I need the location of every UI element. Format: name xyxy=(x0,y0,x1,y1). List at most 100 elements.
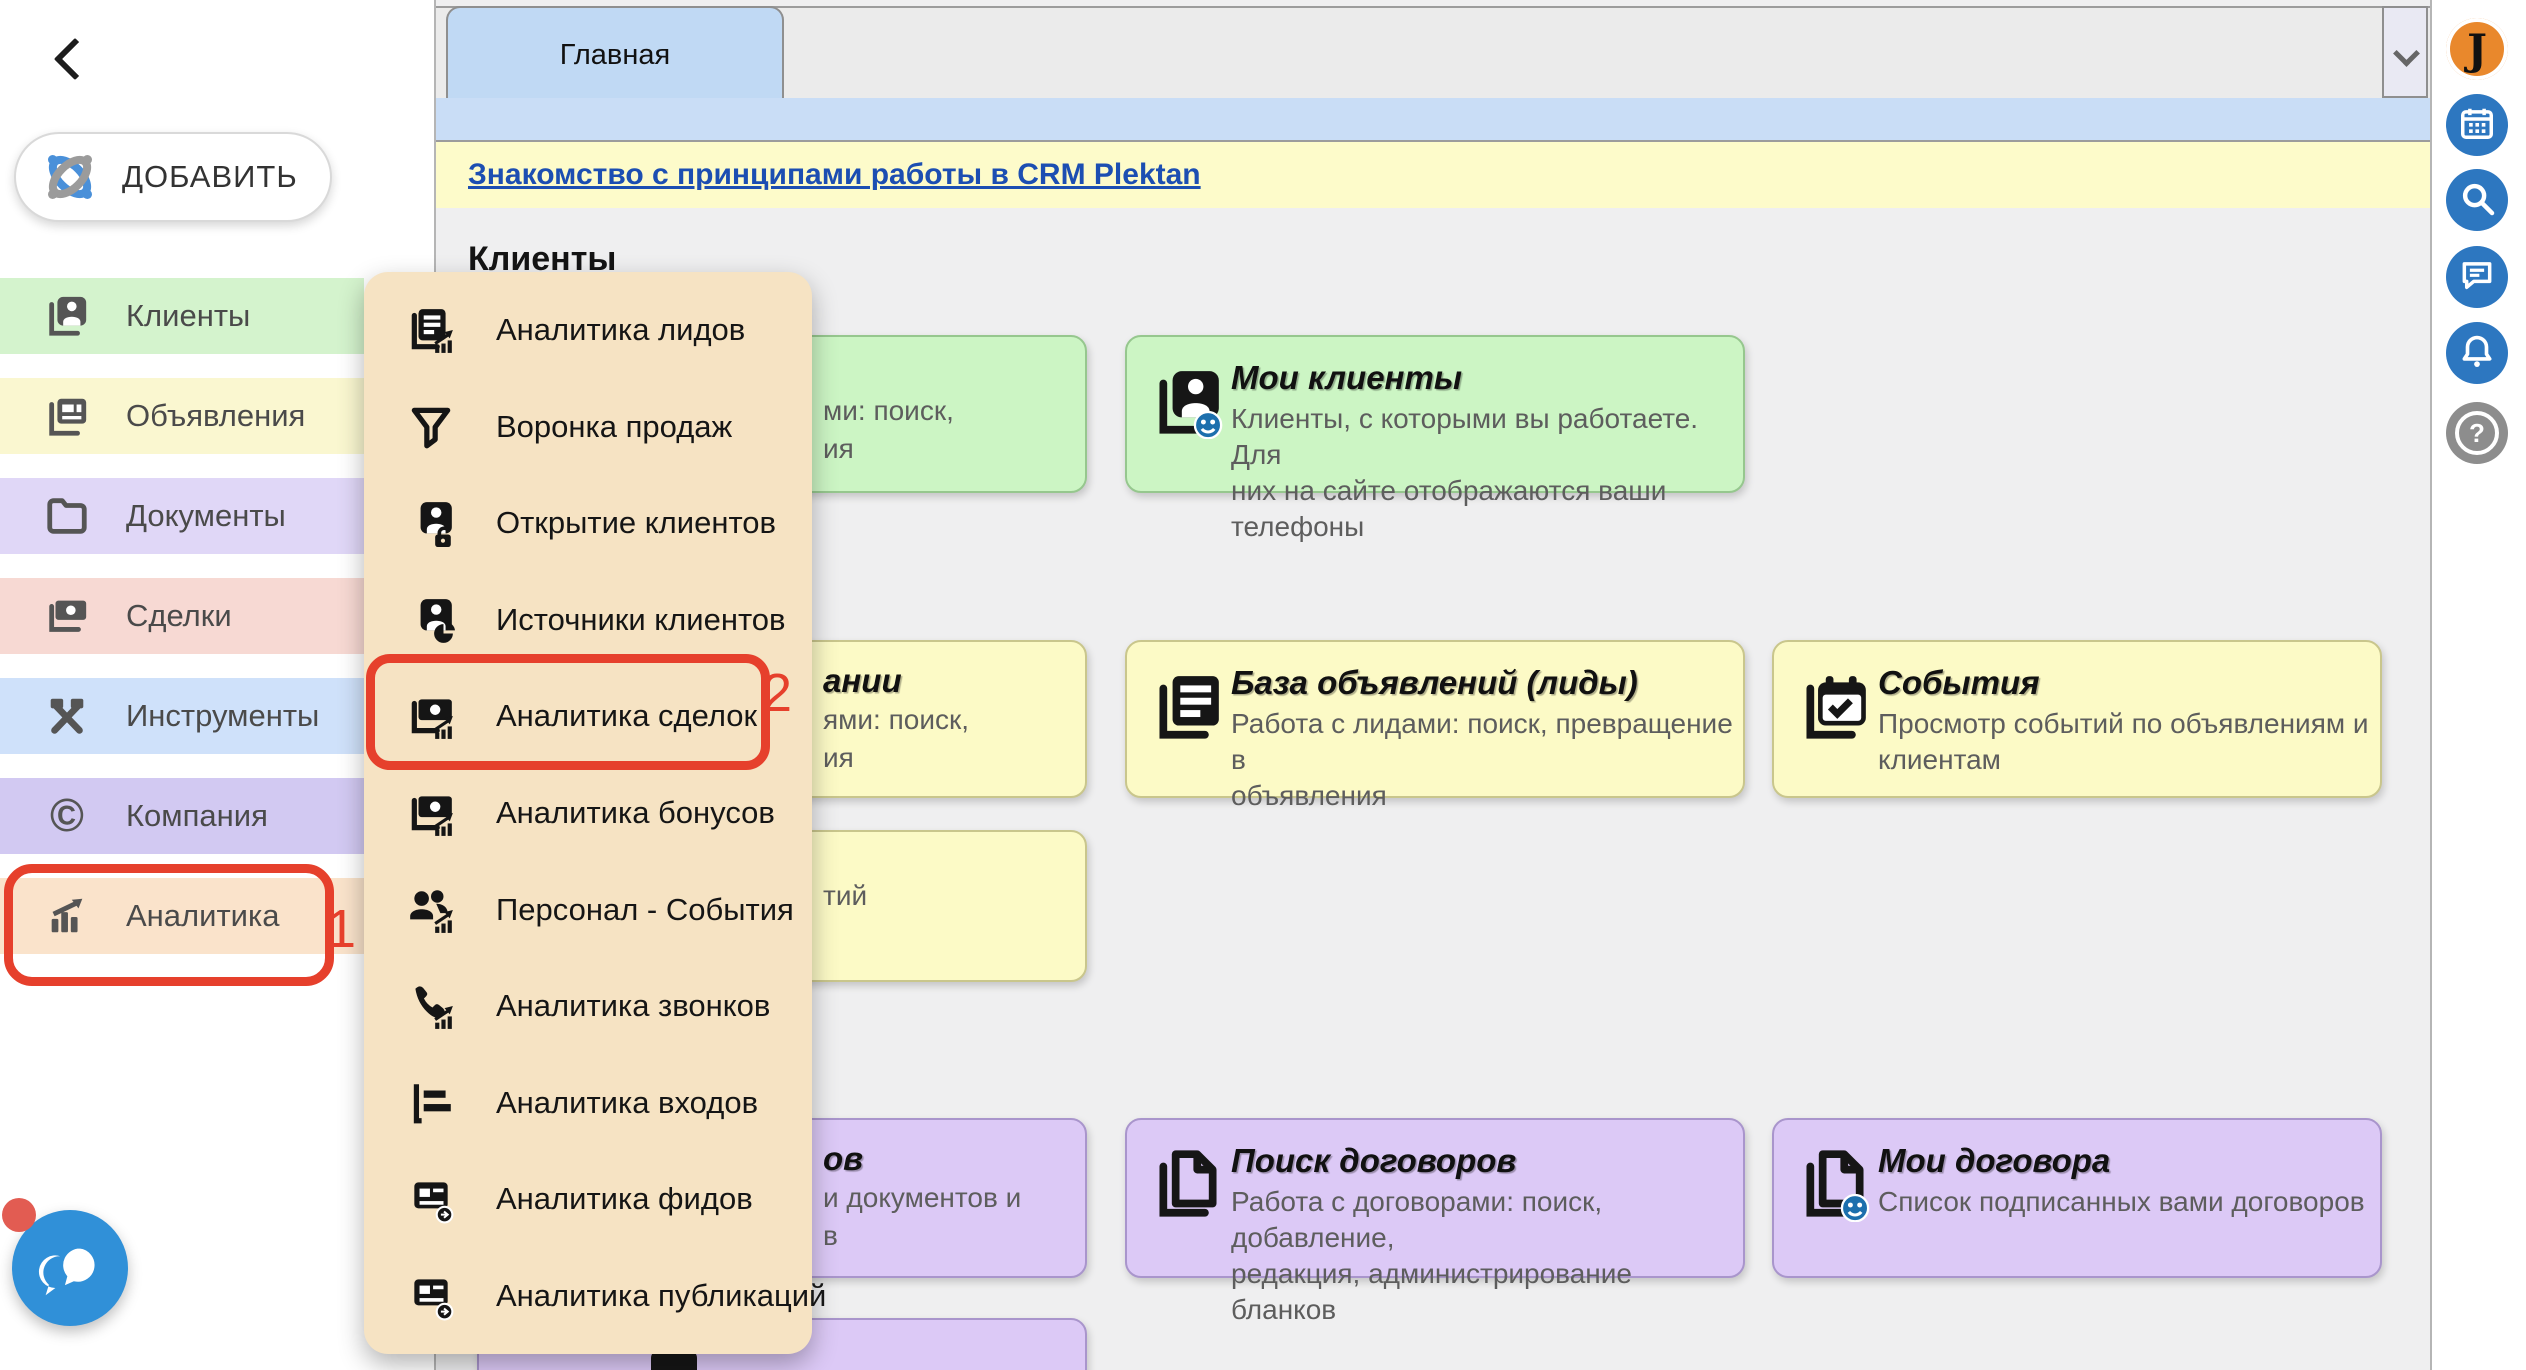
card-desc-fragment: ями: поиск, xyxy=(823,704,970,735)
money-chart-icon xyxy=(406,788,456,838)
card-leads-base[interactable]: База объявлений (лиды) Работа с лидами: … xyxy=(1125,640,1745,811)
crm-plektan-app: ДОБАВИТЬ Клиенты Объявления Документы Сд… xyxy=(0,0,2526,1370)
chat-message-icon[interactable] xyxy=(2446,246,2508,308)
menu-item-staff-events[interactable]: Персонал - События xyxy=(364,861,812,958)
search-icon[interactable] xyxy=(2446,169,2508,231)
sidebar-item-label: Инструменты xyxy=(126,698,320,733)
phone-chart-icon xyxy=(406,981,456,1031)
card-events[interactable]: События Просмотр событий по объявлениям … xyxy=(1772,640,2382,798)
funnel-icon xyxy=(406,402,456,452)
tab-home[interactable]: Главная xyxy=(446,6,784,102)
plektan-logo-icon xyxy=(38,145,102,209)
menu-item-sales-funnel[interactable]: Воронка продаж xyxy=(364,379,812,476)
tools-icon xyxy=(44,693,90,739)
card-description: Работа с лидами: поиск, превращение в об… xyxy=(1231,708,1733,811)
banknote-icon xyxy=(44,593,90,639)
card-description: Работа с договорами: поиск, добавление, … xyxy=(1231,1186,1632,1325)
menu-item-label: Аналитика звонков xyxy=(496,988,771,1024)
sidebar-item-label: Объявления xyxy=(126,398,306,433)
chat-unread-dot xyxy=(2,1198,36,1232)
add-button[interactable]: ДОБАВИТЬ xyxy=(14,132,332,222)
card-my-contracts[interactable]: Мои договора Список подписанных вами дог… xyxy=(1772,1118,2382,1278)
sidebar-item-ads[interactable]: Объявления xyxy=(0,378,364,454)
card-description: Список подписанных вами договоров xyxy=(1878,1186,2365,1217)
analytics-dropdown-menu: Аналитика лидов Воронка продаж Открытие … xyxy=(364,272,826,1354)
step-number-1: 1 xyxy=(326,899,357,959)
doc-pages-icon xyxy=(1151,1148,1225,1222)
sidebar-item-documents[interactable]: Документы xyxy=(0,478,364,554)
intro-link[interactable]: Знакомство с принципами работы в CRM Ple… xyxy=(468,158,1201,192)
bell-icon[interactable] xyxy=(2446,322,2508,384)
money-chart-icon xyxy=(406,691,456,741)
card-desc-fragment: и документов и xyxy=(823,1182,1022,1213)
menu-item-feeds-analytics[interactable]: Аналитика фидов xyxy=(364,1151,812,1248)
menu-item-label: Аналитика бонусов xyxy=(496,795,775,830)
card-description: Просмотр событий по объявлениям и клиент… xyxy=(1878,708,2369,775)
menu-item-client-opening[interactable]: Открытие клиентов xyxy=(364,475,812,572)
menu-item-label: Аналитика фидов xyxy=(496,1181,753,1217)
chat-bubbles-icon xyxy=(31,1227,109,1310)
card-title-fragment: ов xyxy=(823,1140,864,1177)
sidebar-item-tools[interactable]: Инструменты xyxy=(0,678,364,754)
sidebar-item-clients[interactable]: Клиенты xyxy=(0,278,364,354)
menu-item-label: Источники клиентов xyxy=(496,601,786,637)
menu-item-label: Аналитика лидов xyxy=(496,312,746,348)
card-desc-fragment: ми: поиск, xyxy=(823,395,954,426)
step-number-2: 2 xyxy=(762,663,793,723)
tab-underline-strip xyxy=(436,98,2430,142)
calendar-check-icon xyxy=(1798,670,1872,744)
bars-chart-icon xyxy=(406,1078,456,1128)
menu-item-logins-analytics[interactable]: Аналитика входов xyxy=(364,1054,812,1151)
card-desc-fragment: ия xyxy=(823,433,854,464)
sidebar-item-label: Сделки xyxy=(126,598,232,633)
card-title: Мои клиенты xyxy=(1231,359,1463,396)
menu-item-label: Аналитика входов xyxy=(496,1084,759,1120)
menu-item-client-sources[interactable]: Источники клиентов xyxy=(364,572,812,669)
card-description: Клиенты, с которыми вы работаете. Для ни… xyxy=(1231,403,1699,542)
person-unlock-icon xyxy=(406,498,456,548)
folder-icon xyxy=(44,493,90,539)
intro-banner: Знакомство с принципами работы в CRM Ple… xyxy=(436,142,2430,208)
help-icon[interactable]: ? xyxy=(2446,402,2508,464)
sidebar-item-label: Клиенты xyxy=(126,298,251,333)
tab-home-label: Главная xyxy=(559,38,671,71)
menu-item-label: Открытие клиентов xyxy=(496,505,776,541)
menu-item-label: Аналитика сделок xyxy=(496,698,758,734)
menu-item-bonus-analytics[interactable]: Аналитика бонусов xyxy=(364,765,812,862)
card-title-fragment: ании xyxy=(823,662,902,699)
ads-card-icon xyxy=(44,393,90,439)
feed-out-icon xyxy=(406,1271,456,1321)
back-button[interactable] xyxy=(48,36,92,80)
menu-item-deals-analytics[interactable]: Аналитика сделок xyxy=(364,668,812,765)
clients-smile-icon xyxy=(1151,365,1225,439)
sidebar-item-company[interactable]: © Компания xyxy=(0,778,364,854)
user-avatar[interactable]: J xyxy=(2446,18,2508,80)
menu-item-leads-analytics[interactable]: Аналитика лидов xyxy=(364,282,812,379)
card-title: Поиск договоров xyxy=(1231,1142,1517,1179)
card-desc-fragment: ия xyxy=(823,742,854,773)
people-chart-icon xyxy=(406,885,456,935)
card-contract-search[interactable]: Поиск договоров Работа с договорами: пои… xyxy=(1125,1118,1745,1325)
avatar-initial: J xyxy=(2467,24,2487,74)
card-title: Мои договора xyxy=(1878,1142,2111,1179)
tab-scroll-button[interactable] xyxy=(2382,6,2428,98)
leads-doc-icon xyxy=(1151,670,1225,744)
clients-card-icon xyxy=(44,293,90,339)
card-title: События xyxy=(1878,664,2040,701)
sidebar-item-label: Компания xyxy=(126,798,268,833)
calendar-icon[interactable] xyxy=(2446,94,2508,156)
menu-item-label: Воронка продаж xyxy=(496,408,733,444)
sidebar-item-label: Аналитика xyxy=(126,898,280,933)
menu-item-label: Персонал - События xyxy=(496,891,794,927)
analytics-icon xyxy=(44,893,90,939)
sidebar-item-deals[interactable]: Сделки xyxy=(0,578,364,654)
sidebar-item-analytics[interactable]: Аналитика xyxy=(0,878,364,954)
menu-item-calls-analytics[interactable]: Аналитика звонков xyxy=(364,958,812,1055)
menu-item-label: Аналитика публикаций xyxy=(496,1277,827,1313)
menu-item-publications-analytics[interactable]: Аналитика публикаций xyxy=(364,1247,826,1344)
doc-smile-icon xyxy=(1798,1148,1872,1222)
card-title: База объявлений (лиды) xyxy=(1231,664,1638,701)
card-my-clients[interactable]: Мои клиенты Клиенты, с которыми вы работ… xyxy=(1125,335,1745,542)
card-desc-fragment: тий xyxy=(823,880,868,911)
doc-chart-icon xyxy=(406,305,456,355)
